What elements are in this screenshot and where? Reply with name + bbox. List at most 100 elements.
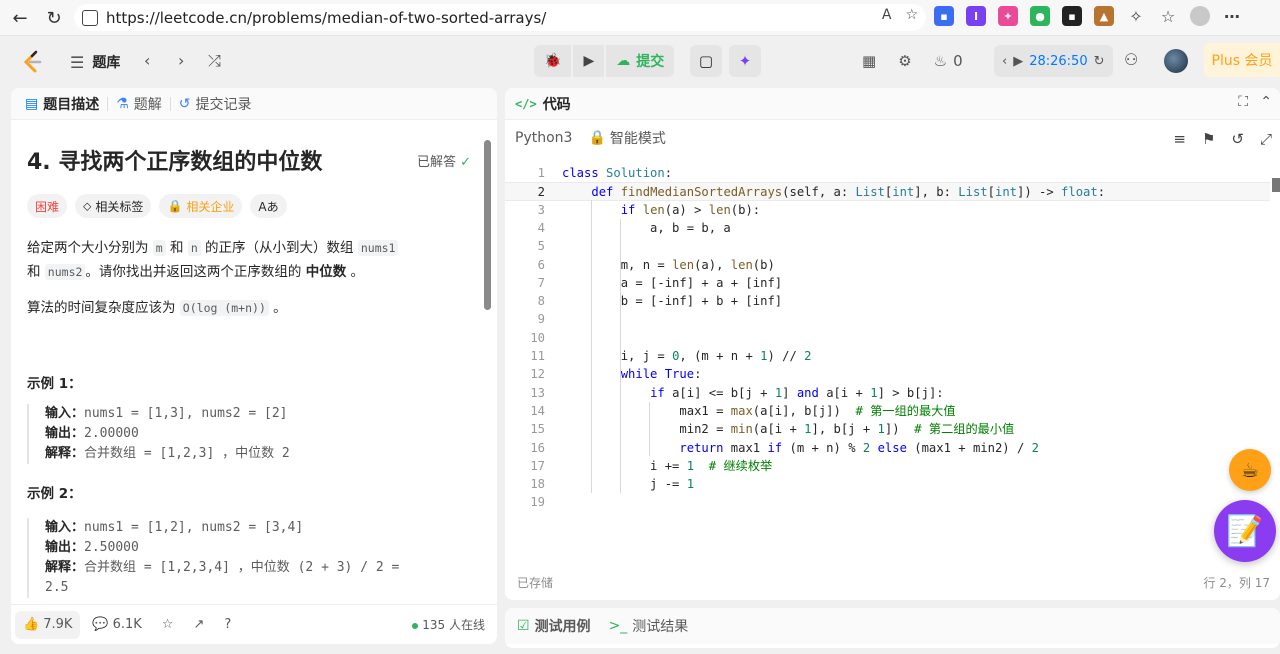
address-bar[interactable]: https://leetcode.cn/problems/median-of-t… xyxy=(74,4,926,31)
extension-icon-3[interactable]: ✦ xyxy=(998,6,1018,26)
like-button[interactable]: 👍 7.9K xyxy=(15,610,81,639)
timer-reset-icon[interactable]: ↻ xyxy=(1094,54,1105,69)
favorite-star-icon[interactable]: ☆ xyxy=(905,7,918,23)
favorites-icon[interactable]: ☆ xyxy=(1158,6,1178,26)
difficulty-badge: 困难 xyxy=(27,194,68,218)
code-line[interactable]: 1 class Solution: xyxy=(505,164,1270,182)
bug-icon: 🐞 xyxy=(544,53,562,69)
code-panel: </> 代码 ⛶ ⌃ Python3 🔒 智能模式 ≡ ⚑ ↺ ⤢ 1 class… xyxy=(505,88,1280,600)
line-number: 10 xyxy=(530,330,545,345)
debug-button[interactable]: 🐞 xyxy=(534,45,572,77)
coffee-button[interactable]: ☕ xyxy=(1229,449,1271,491)
site-info-icon[interactable] xyxy=(82,9,98,26)
tab-solutions[interactable]: ⚗ 题解 xyxy=(110,94,168,114)
format-icon[interactable]: ≡ xyxy=(1173,130,1186,148)
problem-title[interactable]: 4. 寻找两个正序数组的中位数 xyxy=(27,144,465,176)
reload-icon[interactable]: ↻ xyxy=(38,4,70,32)
indent-guide xyxy=(620,218,621,494)
back-icon[interactable]: ← xyxy=(4,4,36,32)
inline-code: n xyxy=(187,240,201,256)
fullscreen-icon[interactable]: ⤢ xyxy=(1260,130,1272,148)
related-tags-button[interactable]: ⬦ 相关标签 xyxy=(75,194,152,218)
line-number: 5 xyxy=(537,239,545,254)
reset-icon[interactable]: ↺ xyxy=(1231,130,1244,148)
submit-button[interactable]: ☁ 提交 xyxy=(606,45,675,77)
share-button[interactable]: ↗ xyxy=(185,611,212,639)
code-editor[interactable]: 1 class Solution: 2 def findMedianSortedAr… xyxy=(505,162,1280,542)
timer[interactable]: ‹ ▶ 28:26:50 ↻ xyxy=(994,45,1113,77)
extensions-bar: ▪ I ✦ ● ▪ ▲ ✧ ☆ ⋯ xyxy=(934,6,1242,26)
extension-icon-2[interactable]: I xyxy=(966,6,986,26)
note-button[interactable]: ▢ xyxy=(690,45,722,77)
indent-guide xyxy=(649,401,650,457)
maximize-icon[interactable]: ⛶ xyxy=(1238,94,1248,110)
timer-play-icon[interactable]: ▶ xyxy=(1013,54,1023,69)
code-line[interactable]: 19 xyxy=(505,493,1270,511)
favorite-button[interactable]: ☆ xyxy=(154,611,182,639)
puzzle-icon[interactable]: ✧ xyxy=(1126,6,1146,26)
translate-button[interactable]: Aあ xyxy=(250,194,287,218)
bookmark-icon[interactable]: ⚑ xyxy=(1202,130,1215,148)
plus-membership-button[interactable]: Plus 会员 xyxy=(1204,43,1280,77)
line-number: 12 xyxy=(530,367,545,382)
output-value: 2.50000 xyxy=(84,540,139,555)
profile-icon[interactable] xyxy=(1190,6,1210,26)
user-avatar[interactable] xyxy=(1164,49,1188,73)
smart-mode-label: 智能模式 xyxy=(609,131,666,147)
related-companies-button[interactable]: 🔒 相关企业 xyxy=(159,194,243,218)
line-number: 17 xyxy=(530,458,545,473)
prev-problem-icon[interactable]: ‹ xyxy=(144,51,150,70)
problem-scrollbar[interactable] xyxy=(483,126,491,598)
example-1: 输入：nums1 = [1,3], nums2 = [2] 输出：2.00000… xyxy=(27,404,465,464)
more-icon[interactable]: ⋯ xyxy=(1222,6,1242,26)
example-2-title: 示例 2： xyxy=(27,486,82,502)
run-button[interactable]: ▶ xyxy=(573,45,605,77)
ai-assist-button[interactable]: ✦ xyxy=(729,45,761,77)
read-aloud-icon[interactable]: A xyxy=(882,7,892,23)
thumbs-up-icon: 👍 xyxy=(23,617,40,632)
lock-icon: 🔒 xyxy=(167,199,183,213)
line-number: 11 xyxy=(530,349,545,363)
complexity-text: 算法的时间复杂度应该为 xyxy=(27,300,180,316)
extension-icon-5[interactable]: ▪ xyxy=(1062,6,1082,26)
help-button[interactable]: ? xyxy=(216,611,239,639)
tab-submissions[interactable]: ↺ 提交记录 xyxy=(173,94,258,114)
streak[interactable]: ♨ 0 xyxy=(934,52,963,70)
comments-button[interactable]: 💬 6.1K xyxy=(84,611,149,639)
problem-bank-link[interactable]: ☰ 题库 xyxy=(70,52,120,72)
language-select[interactable]: Python3 xyxy=(515,130,572,146)
input-value: nums1 = [1,2], nums2 = [3,4] xyxy=(84,520,304,535)
extension-icon-1[interactable]: ▪ xyxy=(934,6,954,26)
timer-collapse-icon[interactable]: ‹ xyxy=(1002,54,1007,69)
sparkle-icon: ✦ xyxy=(738,52,752,70)
notes-fab-button[interactable]: 📝 xyxy=(1214,500,1276,562)
scrollbar-thumb[interactable] xyxy=(484,140,491,310)
next-problem-icon[interactable]: › xyxy=(178,51,184,70)
related-companies-label: 相关企业 xyxy=(186,199,235,214)
code-line[interactable]: 3 if len(a) > len(b): xyxy=(505,201,1270,219)
layout-icon[interactable]: ▦ xyxy=(862,52,876,70)
tab-test-results[interactable]: >_ 测试结果 xyxy=(609,616,689,636)
input-label: 输入： xyxy=(45,406,85,421)
leetcode-logo-icon[interactable] xyxy=(20,50,44,74)
extension-icon-4[interactable]: ● xyxy=(1030,6,1050,26)
extension-icon-6[interactable]: ▲ xyxy=(1094,6,1114,26)
tab-testcases[interactable]: ☑ 测试用例 xyxy=(517,616,591,636)
collapse-icon[interactable]: ⌃ xyxy=(1260,94,1272,110)
smart-mode[interactable]: 🔒 智能模式 xyxy=(588,128,665,148)
complexity-code: O(log (m+n)) xyxy=(179,300,269,316)
tag-icon: ⬦ xyxy=(83,198,92,213)
random-problem-icon[interactable]: ⤮ xyxy=(208,51,221,71)
editor-scrollbar[interactable] xyxy=(1272,178,1280,192)
console-panel: ☑ 测试用例 >_ 测试结果 xyxy=(505,608,1280,648)
settings-gear-icon[interactable]: ⚙ xyxy=(898,52,911,70)
explanation-label: 解释： xyxy=(45,560,85,575)
inline-code: m xyxy=(152,240,166,256)
add-friend-icon[interactable]: ⚇ xyxy=(1124,50,1138,69)
streak-count: 0 xyxy=(953,52,963,70)
tab-description[interactable]: ▤ 题目描述 xyxy=(19,94,105,114)
code-line[interactable]: 2 def findMedianSortedArrays(self, a: Li… xyxy=(505,182,1270,201)
saved-status: 已存储 xyxy=(517,575,554,590)
terminal-icon: >_ xyxy=(608,618,628,634)
tab-solutions-label: 题解 xyxy=(133,96,162,113)
